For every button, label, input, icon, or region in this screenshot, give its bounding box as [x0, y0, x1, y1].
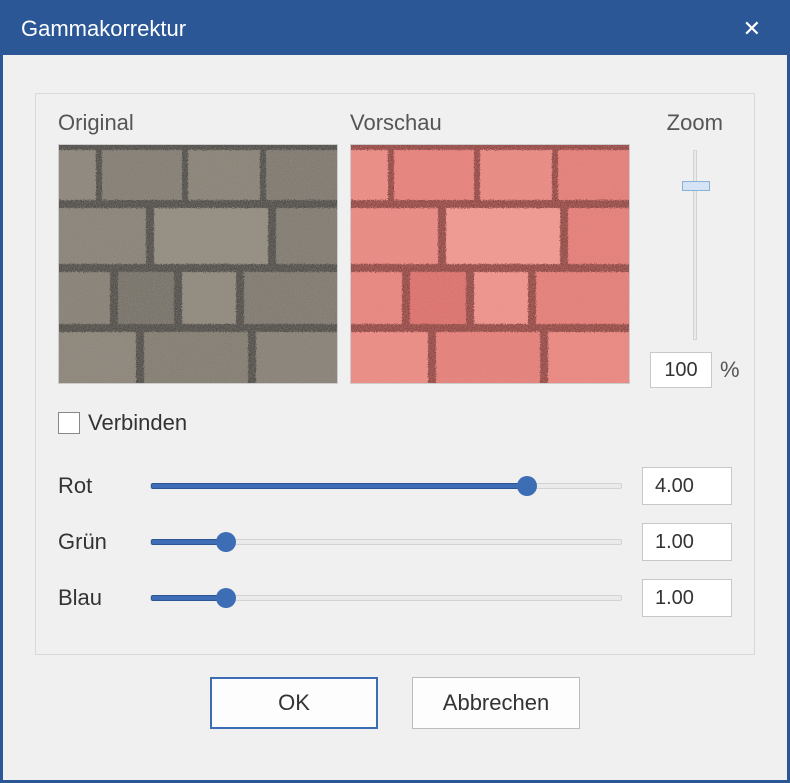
zoom-label: Zoom — [667, 110, 723, 136]
red-slider[interactable] — [150, 474, 622, 498]
red-slider-row: Rot 4.00 — [58, 458, 732, 514]
green-slider-row: Grün 1.00 — [58, 514, 732, 570]
channel-sliders: Rot 4.00 Grün — [58, 458, 732, 626]
preview-image[interactable] — [350, 144, 630, 384]
red-label: Rot — [58, 473, 150, 499]
green-slider[interactable] — [150, 530, 622, 554]
close-icon[interactable]: ✕ — [733, 12, 771, 46]
original-label: Original — [58, 110, 338, 136]
zoom-value-input[interactable] — [650, 352, 712, 388]
red-slider-thumb[interactable] — [517, 476, 537, 496]
blue-value-input[interactable]: 1.00 — [642, 579, 732, 617]
main-panel: Original — [35, 93, 755, 655]
green-value-input[interactable]: 1.00 — [642, 523, 732, 561]
zoom-slider-thumb[interactable] — [682, 181, 710, 191]
link-checkbox-label: Verbinden — [88, 410, 187, 436]
button-row: OK Abbrechen — [35, 677, 755, 729]
preview-label: Vorschau — [350, 110, 630, 136]
zoom-slider[interactable] — [675, 150, 715, 340]
link-checkbox-row: Verbinden — [58, 410, 732, 436]
titlebar: Gammakorrektur ✕ — [3, 3, 787, 55]
blue-label: Blau — [58, 585, 150, 611]
dialog-body: Original — [3, 55, 787, 780]
red-value-input[interactable]: 4.00 — [642, 467, 732, 505]
cancel-button[interactable]: Abbrechen — [412, 677, 580, 729]
original-column: Original — [58, 110, 338, 388]
blue-slider[interactable] — [150, 586, 622, 610]
ok-button[interactable]: OK — [210, 677, 378, 729]
zoom-percent-label: % — [720, 357, 740, 383]
blue-slider-row: Blau 1.00 — [58, 570, 732, 626]
preview-row: Original — [58, 110, 732, 388]
dialog-title: Gammakorrektur — [21, 16, 186, 42]
blue-slider-thumb[interactable] — [216, 588, 236, 608]
original-image[interactable] — [58, 144, 338, 384]
preview-column: Vorschau — [350, 110, 630, 388]
green-slider-thumb[interactable] — [216, 532, 236, 552]
link-checkbox[interactable] — [58, 412, 80, 434]
green-label: Grün — [58, 529, 150, 555]
zoom-column: Zoom % — [650, 110, 740, 388]
dialog-window: Gammakorrektur ✕ Original — [0, 0, 790, 783]
